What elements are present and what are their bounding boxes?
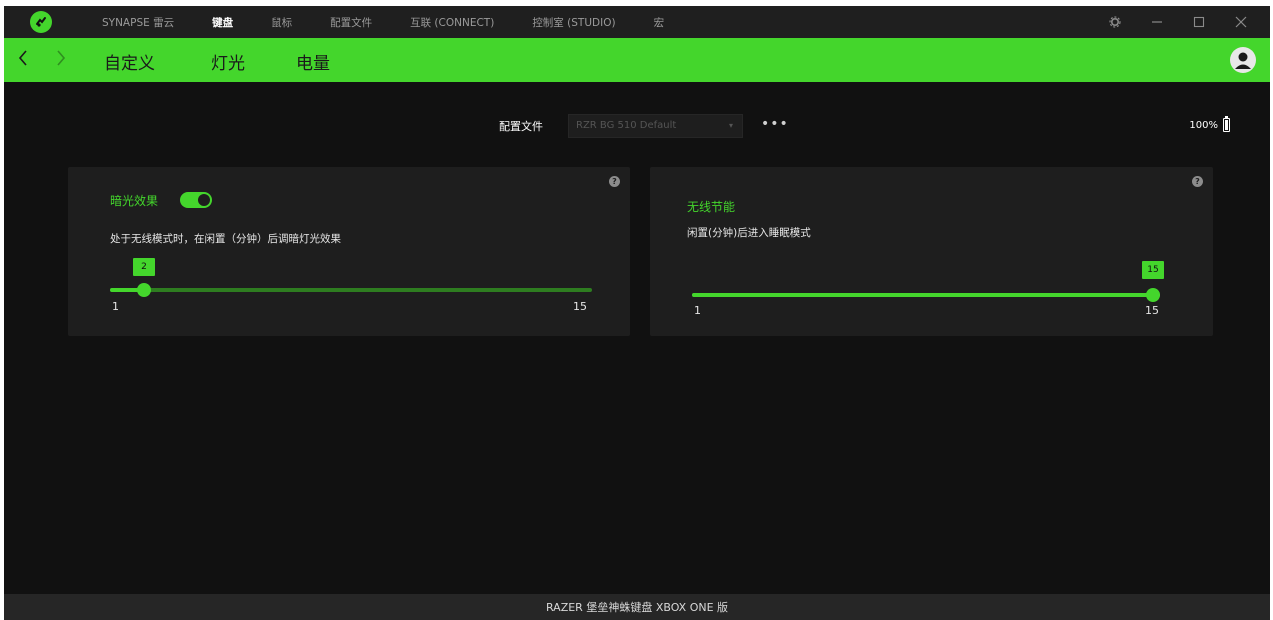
more-options-button[interactable]: •••	[761, 116, 789, 132]
device-footer: RAZER 堡垒神蛛键盘 XBOX ONE 版	[4, 594, 1270, 620]
wireless-power-card: ? 无线节能 闲置(分钟)后进入睡眠模式 15 1 15	[650, 167, 1213, 336]
title-bar: SYNAPSE 雷云 键盘 鼠标 配置文件 互联 (CONNECT) 控制室 (…	[4, 6, 1270, 38]
sub-nav-bar: 自定义 灯光 电量	[4, 38, 1270, 82]
dim-slider-value-badge: 2	[133, 258, 155, 276]
slider-min-label: 1	[112, 300, 119, 313]
dim-lighting-title: 暗光效果	[110, 194, 159, 208]
profile-selected-value: RZR BG 510 Default	[576, 120, 677, 131]
slider-max-label: 15	[573, 300, 587, 313]
slider-track	[110, 288, 592, 292]
slider-max-label: 15	[1145, 304, 1159, 317]
profile-label: 配置文件	[499, 120, 543, 133]
dim-lighting-toggle[interactable]	[180, 192, 212, 208]
tab-customize[interactable]: 自定义	[104, 49, 155, 74]
sleep-timeout-slider[interactable]	[692, 285, 1160, 305]
maximize-icon[interactable]	[1184, 6, 1214, 38]
tab-lighting[interactable]: 灯光	[211, 49, 245, 74]
nav-profiles[interactable]: 配置文件	[330, 15, 372, 30]
battery-status: 100%	[1189, 116, 1230, 132]
nav-keyboard[interactable]: 键盘	[212, 15, 233, 30]
back-arrow-icon[interactable]	[18, 48, 28, 72]
help-icon[interactable]: ?	[609, 176, 620, 187]
profile-dropdown[interactable]: RZR BG 510 Default ▾	[568, 114, 743, 138]
chevron-down-icon: ▾	[728, 121, 733, 130]
device-name: RAZER 堡垒神蛛键盘 XBOX ONE 版	[545, 601, 729, 614]
slider-min-label: 1	[694, 304, 701, 317]
wireless-power-title: 无线节能	[687, 200, 736, 214]
window-controls	[1088, 6, 1256, 38]
slider-thumb[interactable]	[1146, 288, 1160, 302]
battery-percent: 100%	[1189, 119, 1218, 131]
slider-fill	[692, 293, 1160, 297]
nav-macro[interactable]: 宏	[654, 15, 665, 30]
slider-thumb[interactable]	[137, 283, 151, 297]
nav-studio[interactable]: 控制室 (STUDIO)	[532, 15, 615, 30]
user-avatar-icon[interactable]	[1230, 47, 1256, 73]
tab-power[interactable]: 电量	[296, 49, 330, 74]
app-window: SYNAPSE 雷云 键盘 鼠标 配置文件 互联 (CONNECT) 控制室 (…	[4, 6, 1270, 620]
razer-logo-icon[interactable]	[30, 11, 52, 33]
nav-connect[interactable]: 互联 (CONNECT)	[410, 15, 494, 30]
dim-lighting-description: 处于无线模式时，在闲置（分钟）后调暗灯光效果	[110, 233, 341, 245]
nav-synapse[interactable]: SYNAPSE 雷云	[102, 15, 174, 30]
dim-timeout-slider[interactable]	[110, 280, 592, 300]
battery-icon	[1223, 116, 1230, 132]
dim-lighting-card: ? 暗光效果 处于无线模式时，在闲置（分钟）后调暗灯光效果 2 1 15	[68, 167, 630, 336]
minimize-icon[interactable]	[1142, 6, 1172, 38]
power-slider-value-badge: 15	[1142, 261, 1164, 279]
main-nav: SYNAPSE 雷云 键盘 鼠标 配置文件 互联 (CONNECT) 控制室 (…	[102, 6, 702, 38]
nav-mouse[interactable]: 鼠标	[271, 15, 292, 30]
help-icon[interactable]: ?	[1192, 176, 1203, 187]
close-icon[interactable]	[1226, 6, 1256, 38]
wireless-power-description: 闲置(分钟)后进入睡眠模式	[687, 227, 811, 239]
forward-arrow-icon[interactable]	[56, 48, 66, 72]
settings-gear-icon[interactable]	[1100, 6, 1130, 38]
profile-row: 配置文件 RZR BG 510 Default ▾ ••• 100%	[4, 114, 1270, 138]
